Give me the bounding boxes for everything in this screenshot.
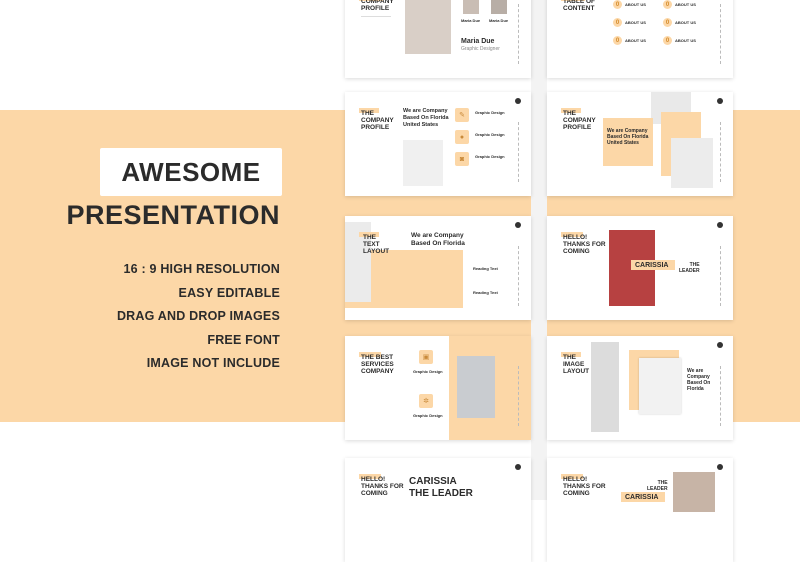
- slide-title: THE COMPANY PROFILE: [361, 110, 394, 131]
- slide-company-profile-2: THE COMPANY PROFILE We are Company Based…: [345, 92, 531, 196]
- member-name: Maria Due: [461, 18, 481, 23]
- feature-item: IMAGE NOT INCLUDE: [146, 356, 280, 370]
- person-role: Graphic Designer: [461, 46, 500, 52]
- slide-company-profile-3: THE COMPANY PROFILE We are Company Based…: [547, 92, 733, 196]
- slide-heading: We are Company Based On Florida: [687, 368, 711, 392]
- headline-presentation: PRESENTATION: [66, 200, 280, 230]
- slide-thanks-2: HELLO! THANKS FOR COMING CARISSIA THE LE…: [345, 458, 531, 562]
- slide-thanks-3: HELLO! THANKS FOR COMING THE LEADER CARI…: [547, 458, 733, 562]
- reading-item: Reading Text: [473, 290, 498, 295]
- toc-item: ABOUT US: [625, 38, 646, 43]
- camera-icon: ◙: [455, 152, 469, 166]
- slide-title: TABLE OF CONTENT: [563, 0, 596, 12]
- cup-photo: [639, 358, 681, 414]
- photo: [671, 138, 713, 188]
- feature-item: 16 : 9 HIGH RESOLUTION: [123, 262, 280, 276]
- room-photo: [457, 356, 495, 418]
- slide-title: HELLO! THANKS FOR COMING: [361, 476, 404, 497]
- number-badge: 0: [663, 36, 672, 45]
- slide-text-layout: THE TEXT LAYOUT We are Company Based On …: [345, 216, 531, 320]
- avatar: [491, 0, 507, 14]
- portrait-photo: [673, 472, 715, 512]
- big-heading: CARISSIA THE LEADER: [409, 476, 473, 499]
- number-badge: 0: [613, 36, 622, 45]
- slide-card-text: We are Company Based On Florida United S…: [607, 128, 649, 146]
- slide-column-gap: [531, 0, 547, 500]
- person-name: Maria Due: [461, 38, 495, 45]
- reading-item: Reading Text: [473, 266, 498, 271]
- number-badge: 0: [663, 18, 672, 27]
- slide-title: THE IMAGE LAYOUT: [563, 354, 590, 375]
- person-role: THE LEADER: [679, 262, 700, 274]
- toc-item: ABOUT US: [625, 2, 646, 7]
- feature-item: DRAG AND DROP IMAGES: [116, 309, 280, 323]
- pencil-icon: ✎: [455, 108, 469, 122]
- slide-title: THE TEXT LAYOUT: [363, 234, 390, 255]
- slide-company-profile: COMPANY PROFILE Maria Due Maria Due Mari…: [345, 0, 531, 78]
- building-photo: [591, 342, 619, 432]
- slide-title: HELLO! THANKS FOR COMING: [563, 476, 606, 497]
- person-name: CARISSIA: [635, 262, 669, 269]
- avatar: [463, 0, 479, 14]
- slide-title: HELLO! THANKS FOR COMING: [563, 234, 606, 255]
- feature-list: 16 : 9 HIGH RESOLUTION EASY EDITABLE DRA…: [117, 258, 280, 376]
- service-item: Graphic Design: [475, 132, 505, 137]
- person-role: THE LEADER: [647, 480, 668, 492]
- slide-image-layout: THE IMAGE LAYOUT We are Company Based On…: [547, 336, 733, 440]
- slide-title: COMPANY PROFILE: [361, 0, 394, 12]
- toc-item: ABOUT US: [675, 2, 696, 7]
- toc-item: ABOUT US: [675, 20, 696, 25]
- folder-icon: ▣: [419, 350, 433, 364]
- slide-heading: We are Company Based On Florida: [411, 232, 465, 247]
- service-item: Graphic Design: [475, 154, 505, 159]
- service-item: Graphic Design: [475, 110, 505, 115]
- slide-thanks-carissia: HELLO! THANKS FOR COMING CARISSIA THE LE…: [547, 216, 733, 320]
- feature-item: FREE FONT: [207, 332, 280, 347]
- user-icon: ●: [455, 130, 469, 144]
- number-badge: 0: [613, 0, 622, 9]
- service-item: Graphic Design: [413, 369, 443, 374]
- toc-item: ABOUT US: [625, 20, 646, 25]
- slide-heading: We are Company Based On Florida United S…: [403, 108, 449, 128]
- service-item: Graphic Design: [413, 413, 443, 418]
- toc-item: ABOUT US: [675, 38, 696, 43]
- slide-title: THE BEST SERVICES COMPANY: [361, 354, 394, 375]
- slide-table-of-content: TABLE OF CONTENT 0 ABOUT US 0 ABOUT US 0…: [547, 0, 733, 78]
- headline-awesome: AWESOME: [100, 148, 282, 196]
- plant-photo: [403, 140, 443, 186]
- gear-icon: ✲: [419, 394, 433, 408]
- slide-best-services: THE BEST SERVICES COMPANY ▣ Graphic Desi…: [345, 336, 531, 440]
- feature-item: EASY EDITABLE: [178, 285, 280, 300]
- slide-title: THE COMPANY PROFILE: [563, 110, 596, 131]
- number-badge: 0: [613, 18, 622, 27]
- number-badge: 0: [663, 0, 672, 9]
- member-name: Maria Due: [489, 18, 509, 23]
- portrait-photo: [405, 0, 451, 54]
